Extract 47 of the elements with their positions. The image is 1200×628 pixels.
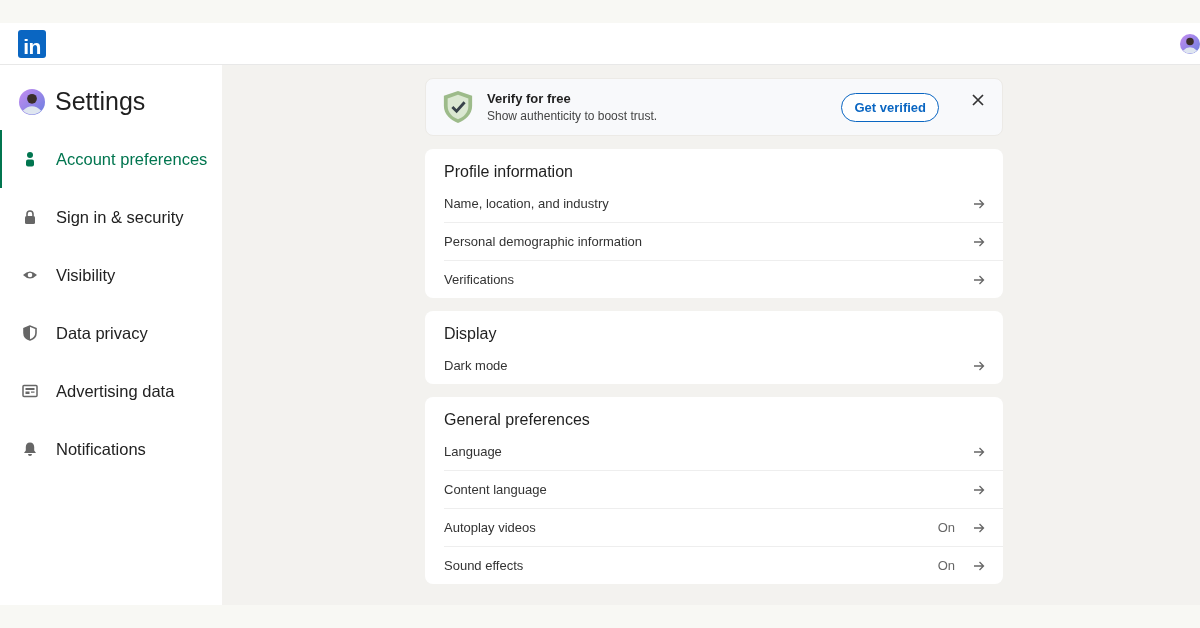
section-title: General preferences: [444, 411, 591, 429]
banner-title: Verify for free: [487, 91, 572, 106]
shield-check-icon: [442, 89, 474, 125]
row-value: On: [937, 520, 955, 535]
arrow-icon: [973, 521, 985, 534]
logo[interactable]: in: [18, 29, 46, 58]
settings-row[interactable]: Dark mode: [444, 347, 1003, 384]
arrow-icon: [973, 197, 985, 210]
row-label: Content language: [444, 482, 547, 497]
settings-row[interactable]: Language: [444, 433, 1003, 470]
row-label: Autoplay videos: [444, 520, 536, 535]
row-label: Verifications: [444, 272, 515, 287]
arrow-icon: [973, 273, 985, 286]
shield-icon: [22, 325, 38, 341]
section-title: Profile information: [444, 163, 574, 181]
row-value: On: [937, 558, 955, 573]
get-verified-button[interactable]: Get verified: [841, 92, 939, 122]
lock-icon: [22, 209, 38, 225]
row-label: Sound effects: [444, 558, 524, 573]
banner-subtitle: Show authenticity to boost trust.: [487, 109, 659, 123]
avatar: [19, 88, 45, 115]
settings-row[interactable]: Name, location, and industry: [444, 185, 1003, 222]
sidebar-item[interactable]: Notifications: [0, 420, 222, 478]
arrow-icon: [973, 445, 985, 458]
sidebar-item[interactable]: Sign in & security: [0, 188, 222, 246]
sidebar-item[interactable]: Visibility: [0, 246, 222, 304]
arrow-icon: [973, 559, 985, 572]
settings-row[interactable]: Autoplay videos On: [444, 508, 1003, 546]
ad-card-icon: [22, 383, 38, 399]
sidebar-item[interactable]: Advertising data: [0, 362, 222, 420]
settings-title: Settings: [55, 87, 146, 116]
close-icon[interactable]: [972, 94, 984, 106]
sidebar-item[interactable]: Data privacy: [0, 304, 222, 362]
section-title: Display: [444, 325, 498, 343]
settings-row[interactable]: Verifications: [444, 260, 1003, 298]
avatar[interactable]: [1180, 33, 1200, 54]
settings-row[interactable]: Sound effects On: [444, 546, 1003, 584]
row-label: Name, location, and industry: [444, 196, 609, 211]
settings-row[interactable]: Content language: [444, 470, 1003, 508]
row-label: Personal demographic information: [444, 234, 642, 249]
arrow-icon: [973, 235, 985, 248]
arrow-icon: [973, 483, 985, 496]
row-label: Language: [444, 444, 502, 459]
row-label: Dark mode: [444, 358, 508, 373]
arrow-icon: [973, 359, 985, 372]
settings-row[interactable]: Personal demographic information: [444, 222, 1003, 260]
bell-icon: [22, 441, 38, 457]
